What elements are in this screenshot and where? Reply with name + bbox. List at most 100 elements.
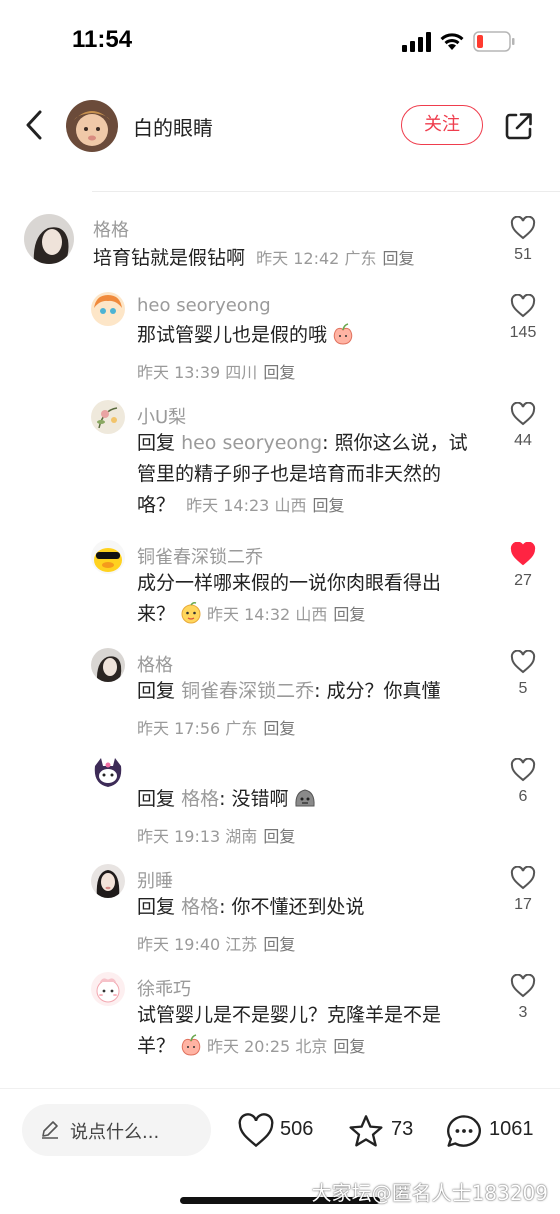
comment-item: 格格 培育钻就是假钻啊 昨天 12:42 广东 回复 51 [0, 212, 560, 282]
peach-sticker-icon [181, 1034, 201, 1056]
watermark: 大家坛@匿名人士183209 [311, 1181, 548, 1205]
favorite-button[interactable]: 73 [347, 1111, 427, 1151]
comment-time: 昨天 13:39 [137, 363, 221, 382]
comment-item: heo seoryeong 那试管婴儿也是假的哦 昨天 13:39 四川 回复 1… [0, 292, 560, 384]
comment-item: 回复 格格: 没错啊 昨天 19:13 湖南 回复 6 [0, 756, 560, 848]
reply-button[interactable]: 回复 [382, 249, 414, 268]
favorite-count: 73 [391, 1118, 414, 1140]
comment-time: 昨天 12:42 [256, 249, 340, 268]
like-count: 51 [514, 246, 532, 263]
gray-blob-sticker-icon [294, 789, 315, 807]
wifi-icon [440, 33, 464, 50]
like-button[interactable]: 145 [505, 294, 541, 342]
back-arrow-icon[interactable] [22, 108, 50, 142]
avatar[interactable] [91, 648, 125, 682]
reply-to-username[interactable]: 格格 [181, 896, 219, 918]
comment-username[interactable]: heo seoryeong [137, 295, 271, 316]
like-count: 17 [514, 896, 532, 913]
avatar[interactable] [91, 540, 125, 574]
like-button[interactable]: 3 [505, 974, 541, 1022]
heart-outline-icon [510, 650, 536, 674]
comments-button[interactable]: 1061 [445, 1111, 545, 1151]
comment-meta: 昨天 19:40 江苏 回复 [137, 931, 295, 955]
comment-location: 广东 [225, 719, 258, 738]
avatar[interactable] [91, 756, 125, 790]
comment-text: 回复 铜雀春深锁二乔: 成分？你真懂 [137, 676, 477, 707]
reply-prefix: 回复 [137, 680, 176, 702]
comment-meta: 昨天 14:23 山西 回复 [181, 496, 344, 515]
like-button[interactable]: 44 [505, 402, 541, 450]
post-like-count: 506 [280, 1118, 314, 1140]
comment-username[interactable]: 格格 [137, 651, 173, 677]
comment-username[interactable]: 徐乖巧 [137, 975, 191, 1001]
post-header: 白的眼睛 关注 [0, 92, 560, 162]
like-count: 44 [514, 432, 532, 449]
comment-meta: 昨天 12:42 广东 回复 [251, 249, 414, 268]
heart-filled-icon [510, 542, 536, 566]
comment-username[interactable]: 小U梨 [137, 403, 186, 429]
comment-location: 山西 [295, 605, 328, 624]
comment-body: : 成分？你真懂 [314, 680, 441, 702]
comment-text: 回复 格格: 你不懂还到处说 [137, 892, 477, 923]
avatar[interactable] [91, 864, 125, 898]
pencil-icon [42, 1121, 58, 1139]
chat-bubble-icon [447, 1115, 481, 1147]
like-count: 145 [509, 324, 537, 341]
comment-meta: 昨天 13:39 四川 回复 [137, 359, 295, 383]
reply-button[interactable]: 回复 [333, 605, 365, 624]
comment-time: 昨天 19:40 [137, 935, 221, 954]
comment-username[interactable]: 铜雀春深锁二乔 [137, 543, 263, 569]
comment-item: 徐乖巧 试管婴儿是不是婴儿？克隆羊是不是羊？ 昨天 20:25 北京 回复 3 [0, 972, 560, 1064]
comment-username[interactable]: 格格 [93, 216, 129, 242]
follow-button[interactable]: 关注 [401, 105, 483, 145]
like-button[interactable]: 5 [505, 650, 541, 698]
share-icon[interactable] [503, 110, 535, 142]
like-button[interactable]: 27 [505, 542, 541, 590]
comment-time: 昨天 14:32 [207, 605, 291, 624]
author-name[interactable]: 白的眼睛 [133, 112, 213, 141]
comment-input[interactable]: 说点什么... [22, 1104, 211, 1156]
like-count: 6 [518, 788, 528, 805]
comment-location: 山西 [274, 496, 307, 515]
status-bar: 11:54 [0, 0, 560, 84]
comment-text: 回复 格格: 没错啊 [137, 784, 477, 815]
heart-outline-icon [238, 1113, 274, 1148]
like-button[interactable]: 51 [505, 216, 541, 264]
comment-count: 1061 [489, 1118, 534, 1140]
reply-prefix: 回复 [137, 432, 176, 454]
reply-to-username[interactable]: 格格 [181, 788, 219, 810]
like-count: 5 [518, 680, 528, 697]
comment-meta: 昨天 14:32 山西 回复 [207, 605, 365, 624]
like-button[interactable]: 17 [505, 866, 541, 914]
comment-text: 成分一样哪来假的一说你肉眼看得出来？ 昨天 14:32 山西 回复 [137, 568, 477, 630]
comment-username[interactable]: 别睡 [137, 867, 173, 893]
comment-location: 北京 [295, 1037, 328, 1056]
reply-button[interactable]: 回复 [333, 1037, 365, 1056]
comment-location: 广东 [344, 249, 377, 268]
like-button[interactable]: 6 [505, 758, 541, 806]
reply-button[interactable]: 回复 [263, 719, 295, 738]
like-count: 27 [514, 572, 532, 589]
reply-button[interactable]: 回复 [263, 935, 295, 954]
comment-item: 格格 回复 铜雀春深锁二乔: 成分？你真懂 昨天 17:56 广东 回复 5 [0, 648, 560, 740]
reply-button[interactable]: 回复 [312, 496, 344, 515]
post-like-button[interactable]: 506 [237, 1111, 327, 1151]
comment-text: 试管婴儿是不是婴儿？克隆羊是不是羊？ 昨天 20:25 北京 回复 [137, 1000, 477, 1062]
comment-location: 江苏 [225, 935, 258, 954]
reply-to-username[interactable]: heo seoryeong [181, 432, 322, 454]
author-avatar[interactable] [66, 100, 118, 152]
avatar[interactable] [24, 214, 74, 264]
reply-button[interactable]: 回复 [263, 827, 295, 846]
avatar[interactable] [91, 292, 125, 326]
reply-to-username[interactable]: 铜雀春深锁二乔 [181, 680, 314, 702]
heart-outline-icon [510, 402, 536, 426]
comment-body: 那试管婴儿也是假的哦 [137, 324, 328, 346]
heart-outline-icon [510, 974, 536, 998]
comment-text: 培育钻就是假钻啊 昨天 12:42 广东 回复 [93, 243, 493, 274]
peach-face-sticker-icon [181, 602, 201, 624]
comment-text: 那试管婴儿也是假的哦 [137, 320, 477, 351]
avatar[interactable] [91, 400, 125, 434]
comment-item: 铜雀春深锁二乔 成分一样哪来假的一说你肉眼看得出来？ 昨天 14:32 山西 回复 … [0, 540, 560, 632]
avatar[interactable] [91, 972, 125, 1006]
reply-button[interactable]: 回复 [263, 363, 295, 382]
